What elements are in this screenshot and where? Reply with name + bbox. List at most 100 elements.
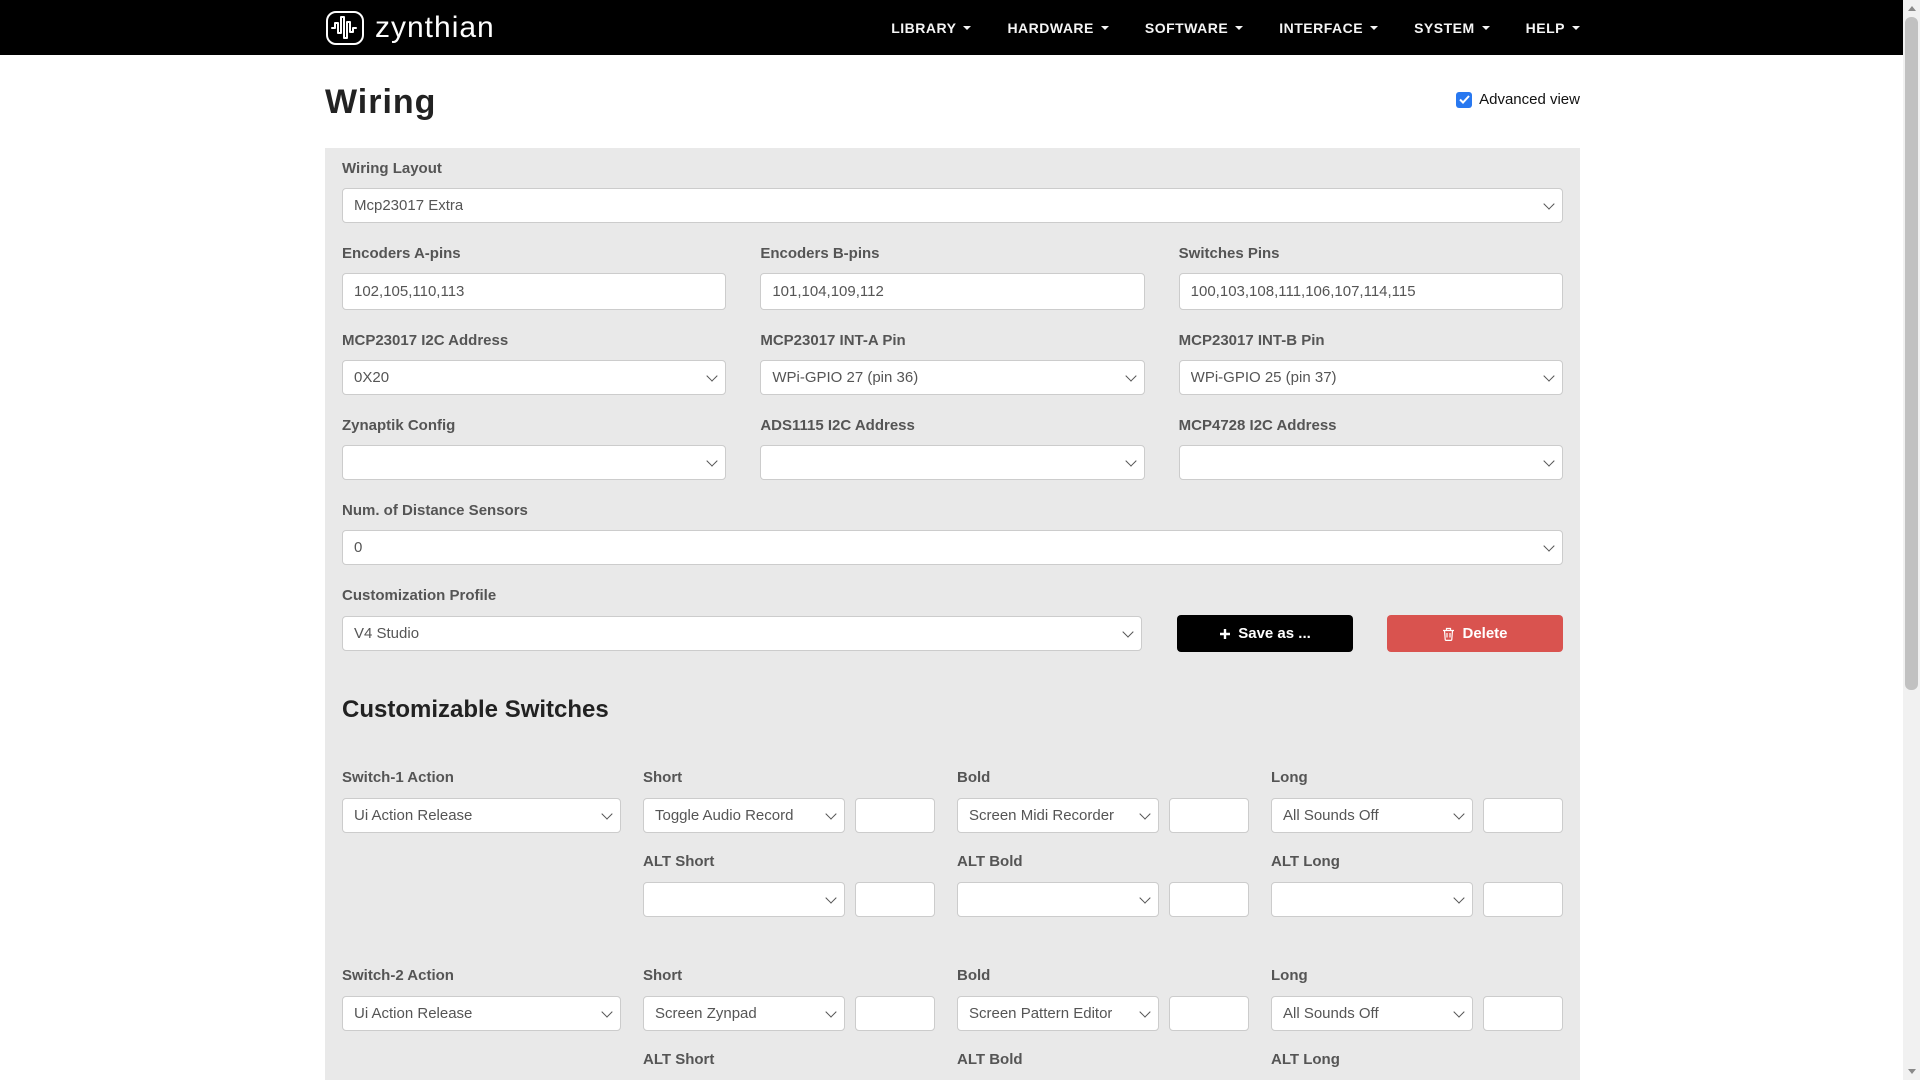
select-value: WPi-GPIO 25 (pin 37) — [1191, 369, 1337, 386]
chevron-down-icon — [1235, 26, 1243, 30]
nav-label: HARDWARE — [1007, 20, 1093, 36]
wiring-layout-select[interactable]: Mcp23017 Extra — [342, 188, 1563, 223]
mcp23017-int-b-pin-select[interactable]: WPi-GPIO 25 (pin 37) — [1179, 360, 1563, 395]
chevron-down-icon — [601, 808, 612, 819]
switch-1-bold-select[interactable]: Screen Midi Recorder — [957, 798, 1159, 833]
switch-1-alt-long-select[interactable] — [1271, 882, 1473, 917]
nav-item-hardware[interactable]: HARDWARE — [1007, 20, 1108, 36]
mcp23017-int-a-pin-field: MCP23017 INT-A Pin WPi-GPIO 27 (pin 36) — [760, 332, 1144, 395]
switch-1-alt-bold-select[interactable] — [957, 882, 1159, 917]
chevron-down-icon — [601, 1006, 612, 1017]
nav-label: SOFTWARE — [1145, 20, 1228, 36]
select-value: Screen Midi Recorder — [969, 807, 1114, 824]
switch-1-alt-short-input[interactable] — [855, 882, 935, 917]
nav-item-interface[interactable]: INTERFACE — [1279, 20, 1378, 36]
switch-2-bold-input[interactable] — [1169, 996, 1249, 1031]
switch-1-long-select[interactable]: All Sounds Off — [1271, 798, 1473, 833]
encoders-b-pins-label: Encoders B-pins — [760, 245, 1144, 262]
chevron-down-icon — [707, 370, 718, 381]
chevron-down-icon — [825, 892, 836, 903]
nav-item-library[interactable]: LIBRARY — [891, 20, 971, 36]
advanced-view-checkbox[interactable] — [1456, 92, 1472, 108]
switches-pins-field: Switches Pins — [1179, 245, 1563, 310]
zynaptik-config-label: Zynaptik Config — [342, 417, 726, 434]
save-as-button[interactable]: Save as ... — [1177, 615, 1353, 652]
switch-1-long-input[interactable] — [1483, 798, 1563, 833]
switch-1-short-input[interactable] — [855, 798, 935, 833]
delete-button[interactable]: Delete — [1387, 615, 1563, 652]
select-value: Ui Action Release — [354, 1005, 472, 1022]
ads1115-i2c-address-select[interactable] — [760, 445, 1144, 480]
scroll-down-button[interactable] — [1903, 1063, 1920, 1080]
chevron-down-icon — [1572, 26, 1580, 30]
chevron-down-icon — [1125, 370, 1136, 381]
switch-2-alt-long-label: ALT Long — [1271, 1051, 1563, 1068]
nav-item-help[interactable]: HELP — [1526, 20, 1580, 36]
mcp23017-i2c-address-select[interactable]: 0X20 — [342, 360, 726, 395]
check-icon — [1459, 95, 1470, 104]
switch-1-alt-short-select[interactable] — [643, 882, 845, 917]
switch-2-action-select[interactable]: Ui Action Release — [342, 996, 621, 1031]
encoders-a-pins-field: Encoders A-pins — [342, 245, 726, 310]
vertical-scrollbar[interactable] — [1903, 0, 1920, 1080]
switch-1-action-select[interactable]: Ui Action Release — [342, 798, 621, 833]
switch-2-short-select[interactable]: Screen Zynpad — [643, 996, 845, 1031]
trash-icon — [1442, 627, 1455, 641]
top-navbar: zynthian LIBRARY HARDWARE SOFTWARE INTER… — [0, 0, 1920, 55]
mcp23017-int-b-pin-field: MCP23017 INT-B Pin WPi-GPIO 25 (pin 37) — [1179, 332, 1563, 395]
nav-label: INTERFACE — [1279, 20, 1363, 36]
switches-pins-input[interactable] — [1179, 273, 1563, 310]
customization-profile-select[interactable]: V4 Studio — [342, 616, 1142, 651]
distance-sensors-select[interactable]: 0 — [342, 530, 1563, 565]
nav-label: SYSTEM — [1414, 20, 1475, 36]
save-as-label: Save as ... — [1238, 625, 1311, 642]
select-value: All Sounds Off — [1283, 807, 1379, 824]
customization-profile-label: Customization Profile — [342, 587, 1563, 604]
encoders-a-pins-input[interactable] — [342, 273, 726, 310]
arrow-down-icon — [1908, 1069, 1916, 1074]
zynaptik-config-select[interactable] — [342, 445, 726, 480]
switch-2-short-label: Short — [643, 967, 935, 984]
switch-1-bold-input[interactable] — [1169, 798, 1249, 833]
chevron-down-icon — [1453, 1006, 1464, 1017]
switch-2-long-input[interactable] — [1483, 996, 1563, 1031]
switch-2-action-label: Switch-2 Action — [342, 967, 621, 984]
wiring-layout-label: Wiring Layout — [342, 160, 1563, 177]
mcp4728-i2c-address-select[interactable] — [1179, 445, 1563, 480]
page-title: Wiring — [325, 85, 436, 119]
switch-1-alt-long-input[interactable] — [1483, 882, 1563, 917]
switch-2-alt-short-label: ALT Short — [643, 1051, 935, 1068]
switch-2-short-input[interactable] — [855, 996, 935, 1031]
customization-profile-field: Customization Profile V4 Studio Save as … — [342, 587, 1563, 652]
advanced-view-toggle[interactable]: Advanced view — [1456, 91, 1580, 108]
scroll-up-button[interactable] — [1903, 0, 1920, 17]
main-content: Wiring Advanced view Wiring Layout Mcp23… — [325, 85, 1580, 1080]
select-value: All Sounds Off — [1283, 1005, 1379, 1022]
encoders-b-pins-field: Encoders B-pins — [760, 245, 1144, 310]
chevron-down-icon — [1101, 26, 1109, 30]
select-value: V4 Studio — [354, 625, 419, 642]
nav-item-system[interactable]: SYSTEM — [1414, 20, 1490, 36]
mcp23017-int-a-pin-select[interactable]: WPi-GPIO 27 (pin 36) — [760, 360, 1144, 395]
switch-2-bold-select[interactable]: Screen Pattern Editor — [957, 996, 1159, 1031]
brand-logo[interactable]: zynthian — [325, 8, 495, 48]
encoders-b-pins-input[interactable] — [760, 273, 1144, 310]
mcp23017-i2c-address-field: MCP23017 I2C Address 0X20 — [342, 332, 726, 395]
switch-1-block: Switch-1 Action Short Bold Long Ui Actio… — [342, 769, 1563, 917]
nav-item-software[interactable]: SOFTWARE — [1145, 20, 1243, 36]
switch-1-short-select[interactable]: Toggle Audio Record — [643, 798, 845, 833]
zynaptik-config-field: Zynaptik Config — [342, 417, 726, 480]
select-value: Ui Action Release — [354, 807, 472, 824]
switch-1-alt-bold-input[interactable] — [1169, 882, 1249, 917]
select-value: 0X20 — [354, 369, 389, 386]
plus-icon — [1219, 628, 1231, 640]
encoders-a-pins-label: Encoders A-pins — [342, 245, 726, 262]
chevron-down-icon — [963, 26, 971, 30]
switch-2-long-select[interactable]: All Sounds Off — [1271, 996, 1473, 1031]
select-value: Mcp23017 Extra — [354, 197, 463, 214]
chevron-down-icon — [1139, 892, 1150, 903]
switch-1-alt-short-label: ALT Short — [643, 853, 935, 870]
zynthian-waveform-icon — [325, 8, 365, 48]
select-value: Screen Zynpad — [655, 1005, 757, 1022]
scrollbar-thumb[interactable] — [1905, 17, 1918, 690]
